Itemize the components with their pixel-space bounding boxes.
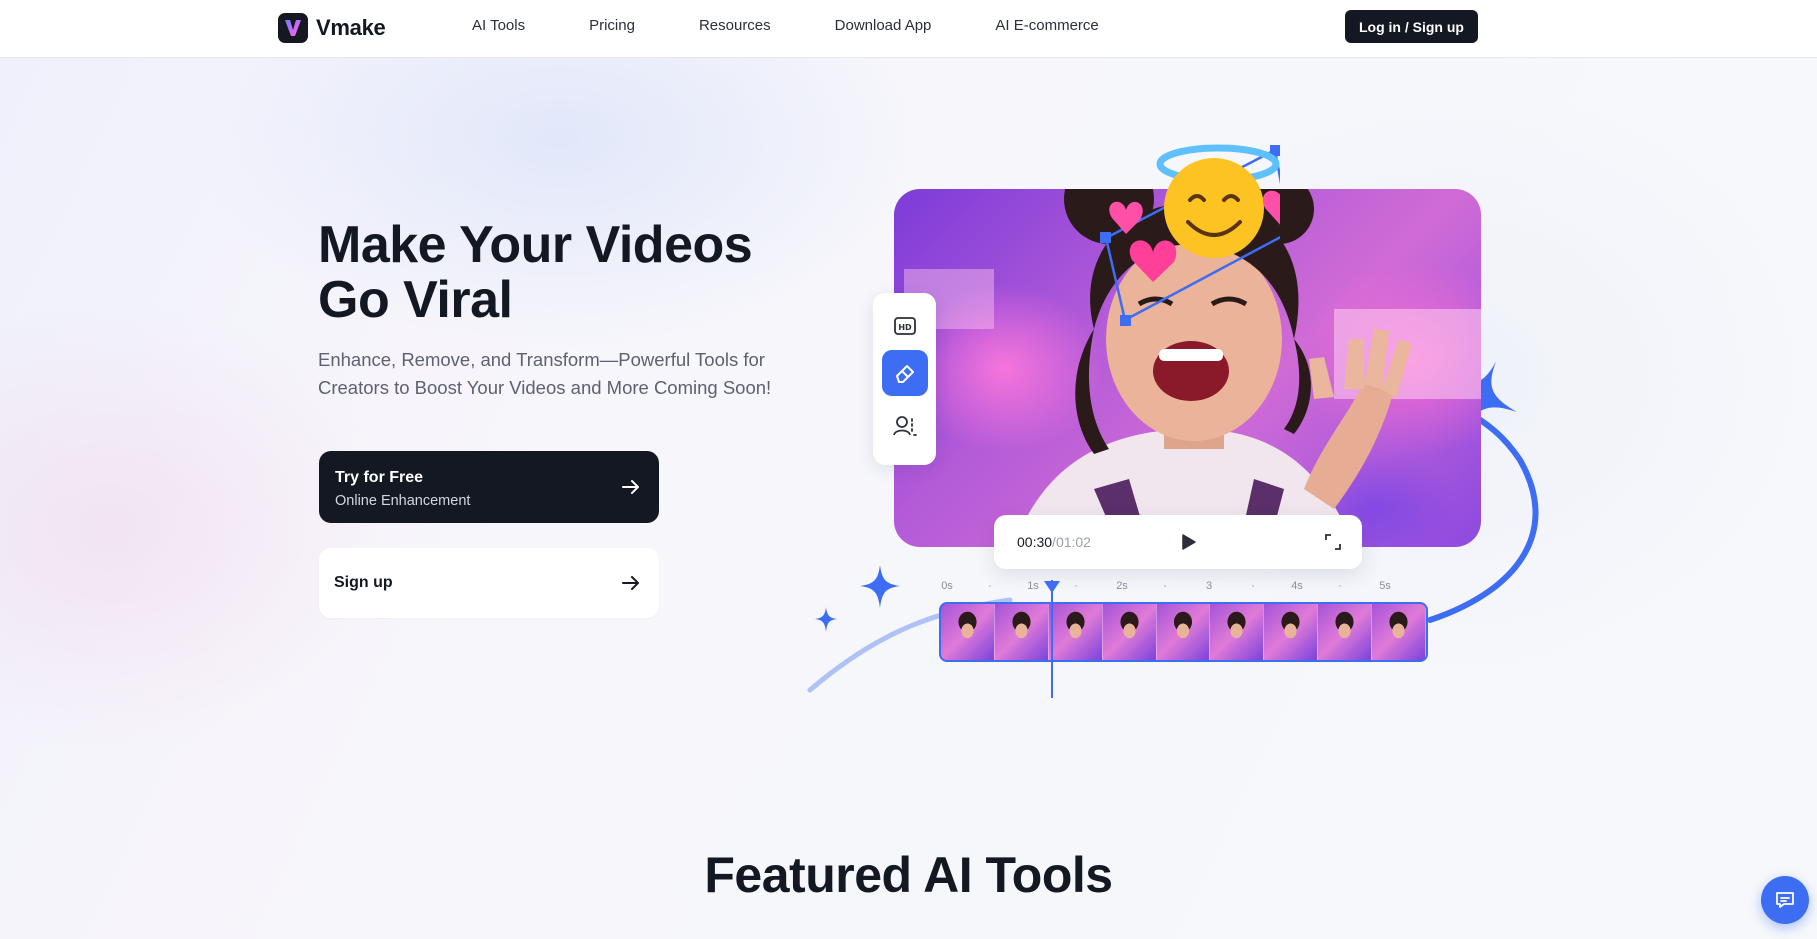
chat-icon: [1776, 892, 1794, 908]
top-navbar: Vmake AI Tools Pricing Resources Downloa…: [0, 0, 1817, 58]
total-time: 01:02: [1055, 534, 1091, 550]
arrow-right-icon: [622, 576, 639, 590]
logo-text: Vmake: [316, 15, 386, 40]
hd-enhance-tool[interactable]: HD: [882, 303, 928, 349]
playhead[interactable]: [1051, 580, 1053, 698]
nav-resources[interactable]: Resources: [699, 17, 771, 34]
eraser-icon: [896, 365, 914, 383]
film-frame: [1210, 604, 1265, 660]
logo[interactable]: Vmake: [278, 13, 386, 43]
current-time: 00:30: [1017, 534, 1053, 550]
nav-download-app[interactable]: Download App: [835, 17, 932, 34]
tick-label: 5s: [1379, 580, 1391, 592]
eraser-tool[interactable]: [882, 350, 928, 396]
timeline-ruler: 0s · 1s · 2s · 3 · 4s · 5s: [940, 580, 1410, 600]
nav-ai-tools[interactable]: AI Tools: [472, 17, 525, 34]
featured-title: Featured AI Tools: [704, 847, 1113, 903]
fullscreen-icon[interactable]: [1325, 534, 1341, 550]
tick-label: ·: [1074, 580, 1078, 592]
play-icon[interactable]: [1178, 532, 1198, 552]
film-frame: [994, 604, 1049, 660]
angel-emoji-sticker[interactable]: [1080, 130, 1280, 330]
signup-button[interactable]: Sign up: [319, 548, 659, 618]
online-enhancement-label: Online Enhancement: [335, 493, 471, 509]
timecode: 00:30/01:02: [1017, 534, 1091, 550]
tick-label: ·: [1251, 580, 1255, 592]
film-frame: [1318, 604, 1373, 660]
film-frame: [1264, 604, 1319, 660]
tool-panel: HD: [873, 293, 936, 465]
film-frame: [1156, 604, 1211, 660]
try-for-free-button[interactable]: Try for Free Online Enhancement: [319, 451, 659, 523]
film-frame: [941, 604, 995, 660]
tick-label: 2s: [1116, 580, 1128, 592]
vmake-logo-icon: [278, 13, 308, 43]
nav-ai-ecommerce[interactable]: AI E-commerce: [995, 17, 1098, 34]
hero-title: Make Your Videos Go Viral: [318, 218, 838, 328]
playhead-handle[interactable]: [1044, 581, 1060, 593]
svg-text:HD: HD: [898, 323, 912, 332]
person-remove-icon: [893, 416, 917, 436]
timeline-filmstrip[interactable]: [939, 602, 1428, 662]
film-frame: [1048, 604, 1103, 660]
hero-title-line1: Make Your Videos: [318, 216, 753, 274]
main-nav: AI Tools Pricing Resources Download App …: [472, 17, 1099, 34]
tick-label: 1s: [1027, 580, 1039, 592]
tick-label: 4s: [1291, 580, 1303, 592]
hero-title-line2: Go Viral: [318, 271, 513, 329]
hero-visual: HD 00:30/01:02 0s · 1s · 2s · 3 · 4s · 5…: [800, 130, 1580, 710]
tick-label: ·: [988, 580, 992, 592]
arrow-right-icon: [622, 480, 639, 494]
hero-subtitle: Enhance, Remove, and Transform—Powerful …: [318, 349, 772, 398]
hd-icon: HD: [894, 317, 916, 335]
tick-label: 0s: [941, 580, 953, 592]
film-frame: [1102, 604, 1157, 660]
tick-label: 3: [1205, 580, 1213, 592]
try-for-free-label: Try for Free: [335, 469, 424, 486]
person-remove-tool[interactable]: [882, 403, 928, 449]
signup-label: Sign up: [334, 574, 393, 591]
login-signup-button[interactable]: Log in / Sign up: [1345, 10, 1478, 43]
chat-support-button[interactable]: [1761, 876, 1809, 924]
tick-label: ·: [1338, 580, 1342, 592]
nav-pricing[interactable]: Pricing: [589, 17, 635, 34]
tick-label: ·: [1163, 580, 1167, 592]
film-frame: [1372, 604, 1426, 660]
video-player-controls: 00:30/01:02: [994, 515, 1362, 569]
